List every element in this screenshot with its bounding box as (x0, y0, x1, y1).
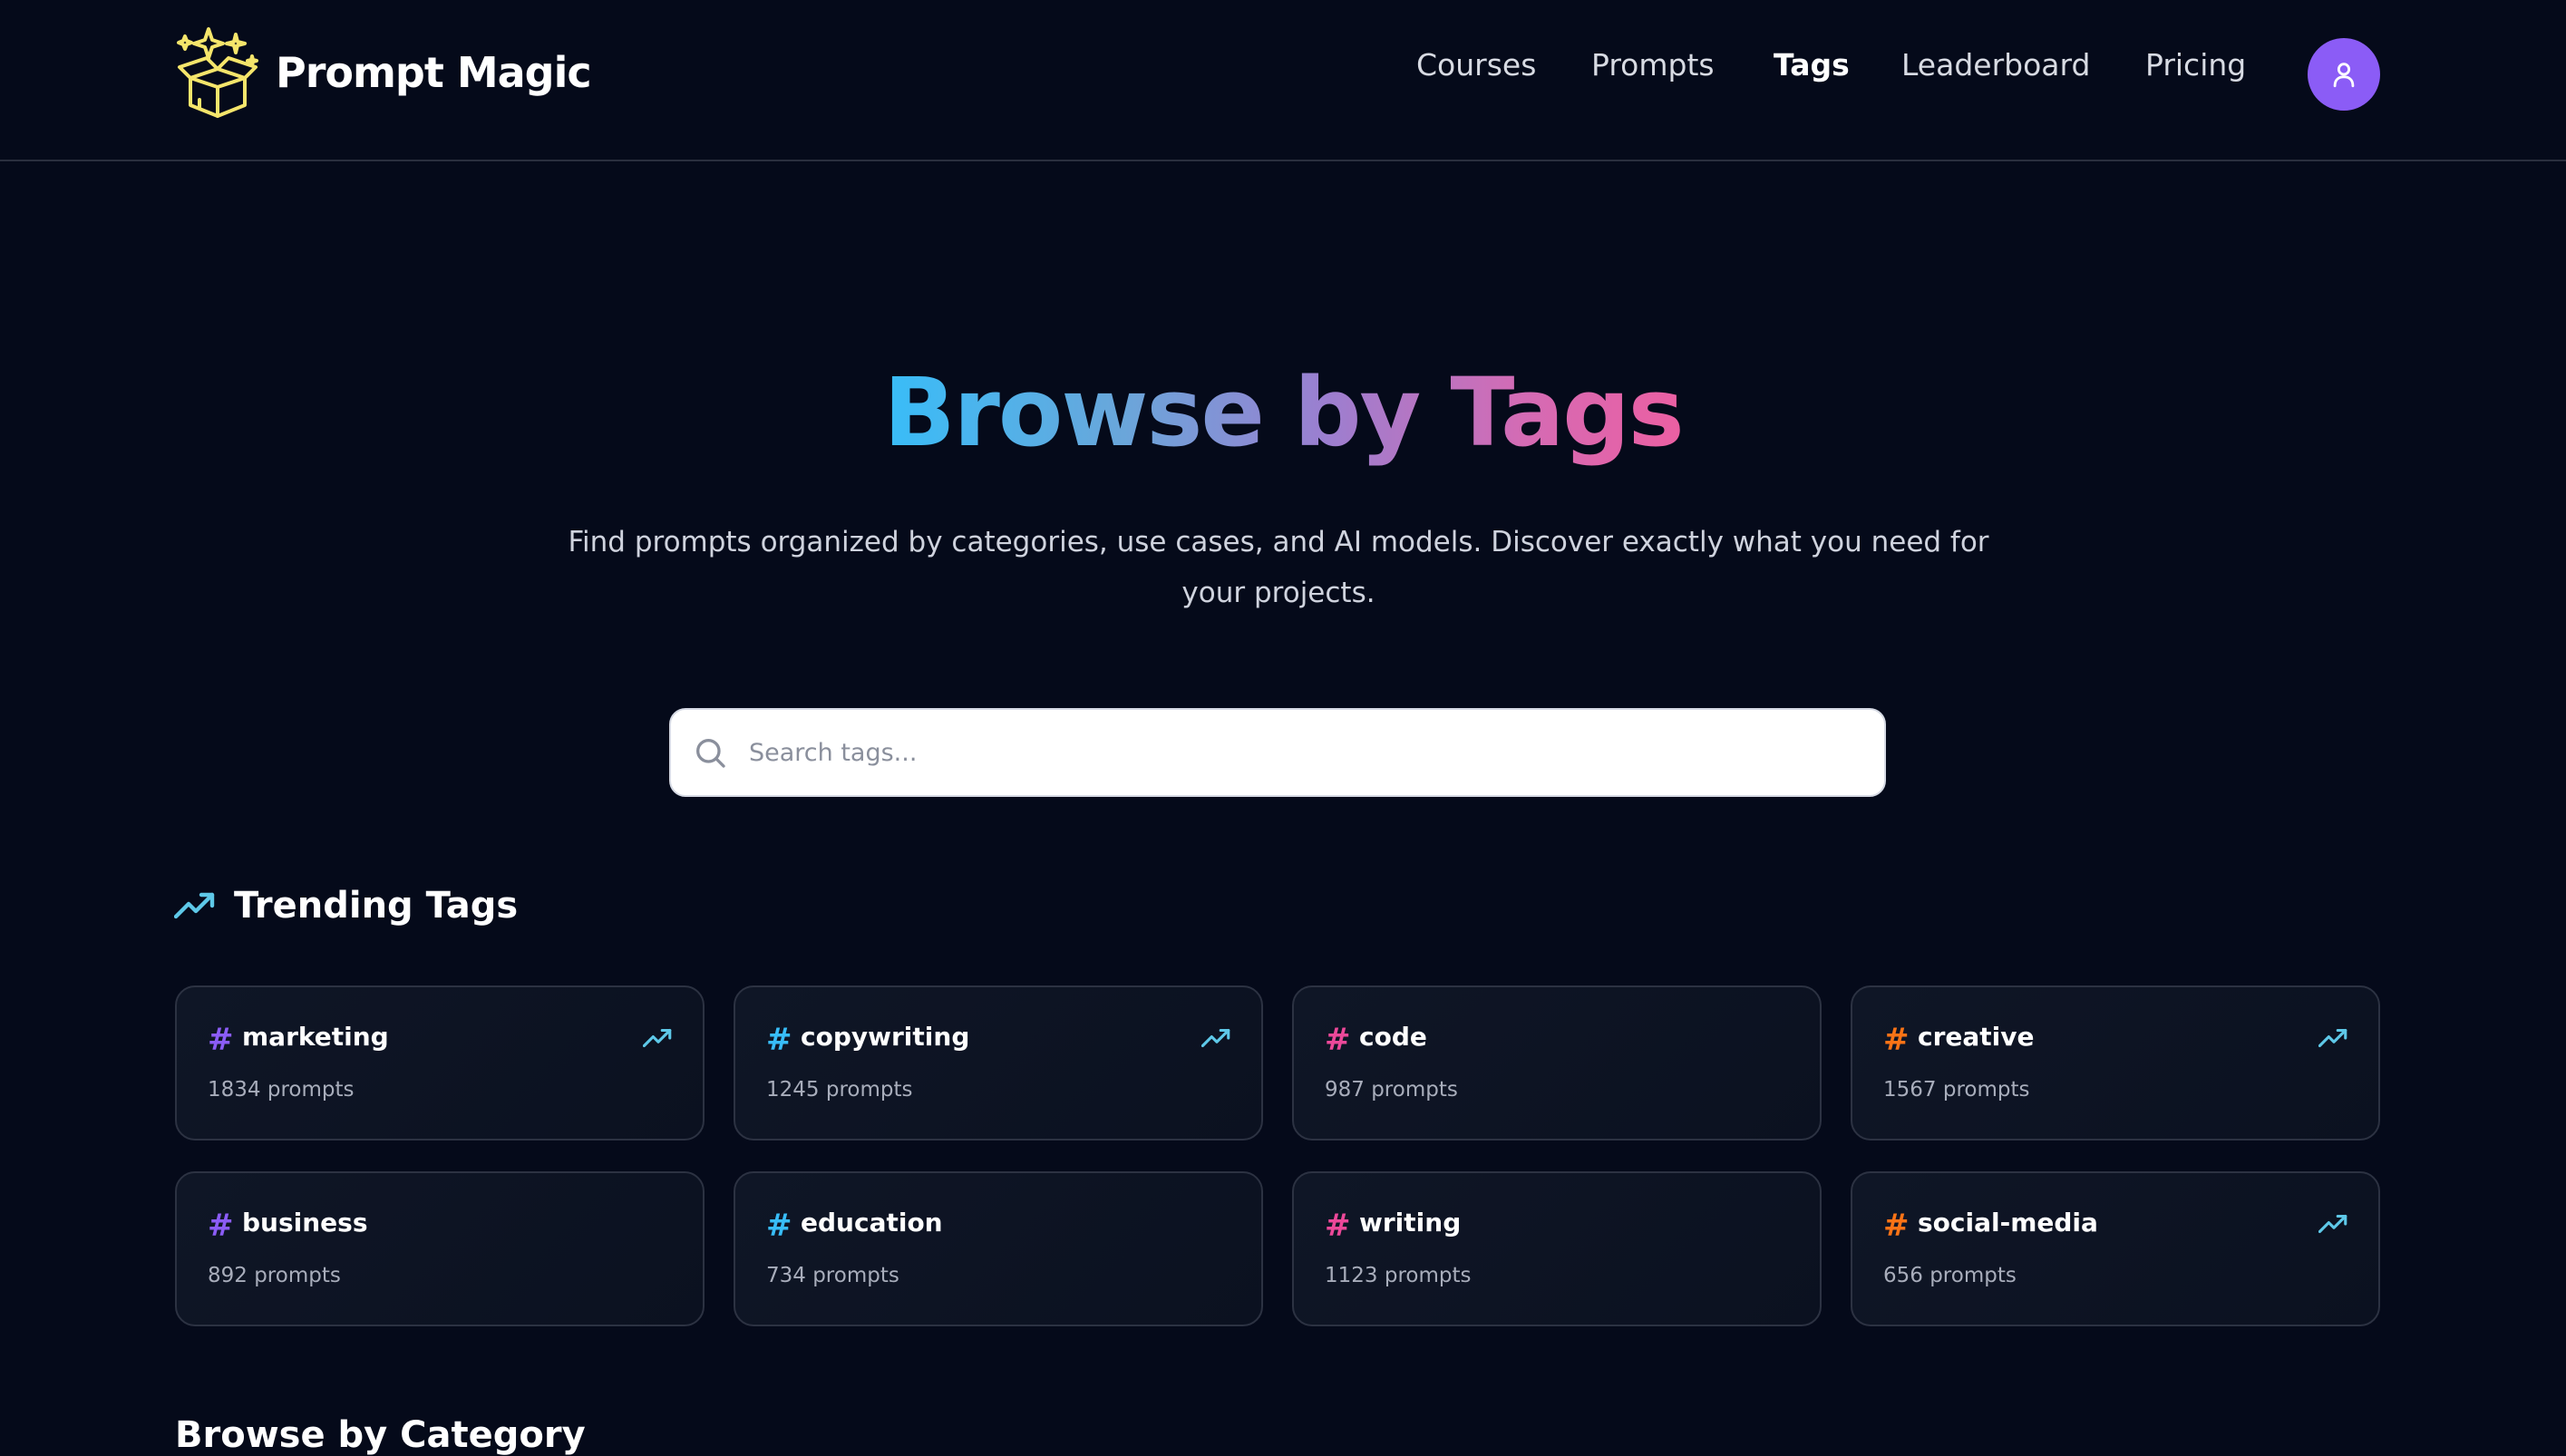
trending-up-icon (174, 892, 215, 919)
category-heading: Browse by Category (175, 1414, 586, 1456)
tag-name: marketing (242, 1022, 389, 1052)
tag-card-social-media[interactable]: # social-media 656 prompts (1851, 1171, 2380, 1326)
nav-leaderboard[interactable]: Leaderboard (1901, 47, 2090, 83)
nav-prompts[interactable]: Prompts (1591, 47, 1715, 83)
tag-name: business (242, 1208, 368, 1238)
hash-icon: # (766, 1208, 792, 1244)
tag-card-marketing[interactable]: # marketing 1834 prompts (175, 985, 705, 1141)
tag-prompt-count: 1834 prompts (208, 1078, 355, 1102)
hash-icon: # (766, 1022, 792, 1058)
trending-up-icon (1201, 1028, 1230, 1048)
nav-tags[interactable]: Tags (1774, 47, 1850, 83)
trending-up-icon (643, 1028, 672, 1048)
hash-icon: # (1883, 1208, 1910, 1244)
brand-logo[interactable]: Prompt Magic (172, 25, 592, 120)
trending-heading: Trending Tags (174, 885, 518, 927)
page-subtitle: Find prompts organized by categories, us… (568, 526, 1989, 609)
trending-up-icon (2318, 1214, 2347, 1234)
nav-pricing[interactable]: Pricing (2145, 47, 2246, 83)
nav-courses[interactable]: Courses (1416, 47, 1536, 83)
tag-name: copywriting (801, 1022, 970, 1052)
tag-prompt-count: 1245 prompts (766, 1078, 913, 1102)
search-icon (671, 708, 749, 797)
tag-name: education (801, 1208, 943, 1238)
hash-icon: # (208, 1208, 234, 1244)
user-icon (2333, 63, 2355, 88)
tag-prompt-count: 987 prompts (1325, 1078, 1458, 1102)
tag-name: writing (1359, 1208, 1462, 1238)
tag-prompt-count: 892 prompts (208, 1264, 341, 1287)
tag-name: code (1359, 1022, 1427, 1052)
tag-name: social-media (1918, 1208, 2098, 1238)
tag-prompt-count: 1123 prompts (1325, 1264, 1472, 1287)
trending-up-icon (2318, 1028, 2347, 1048)
hash-icon: # (1325, 1022, 1351, 1058)
hash-icon: # (1325, 1208, 1351, 1244)
brand-name: Prompt Magic (276, 48, 592, 97)
site-header: Prompt Magic Courses Prompts Tags Leader… (0, 0, 2566, 161)
tag-prompt-count: 656 prompts (1883, 1264, 2017, 1287)
user-avatar-button[interactable] (2308, 38, 2380, 111)
tag-name: creative (1918, 1022, 2035, 1052)
tag-prompt-count: 734 prompts (766, 1264, 899, 1287)
tag-card-business[interactable]: # business 892 prompts (175, 1171, 705, 1326)
tag-prompt-count: 1567 prompts (1883, 1078, 2030, 1102)
trending-title: Trending Tags (234, 885, 519, 927)
hash-icon: # (1883, 1022, 1910, 1058)
search-input[interactable] (749, 712, 1884, 793)
tag-card-writing[interactable]: # writing 1123 prompts (1292, 1171, 1822, 1326)
tag-card-education[interactable]: # education 734 prompts (734, 1171, 1263, 1326)
tag-card-creative[interactable]: # creative 1567 prompts (1851, 985, 2380, 1141)
magic-box-icon (177, 27, 258, 118)
tag-card-code[interactable]: # code 987 prompts (1292, 985, 1822, 1141)
tag-search-box (669, 708, 1886, 797)
page-title: Browse by Tags (883, 357, 1684, 468)
trending-tag-grid: # marketing 1834 prompts # copywriting 1245 p… (175, 985, 2380, 1326)
hash-icon: # (208, 1022, 234, 1058)
tag-card-copywriting[interactable]: # copywriting 1245 prompts (734, 985, 1263, 1141)
